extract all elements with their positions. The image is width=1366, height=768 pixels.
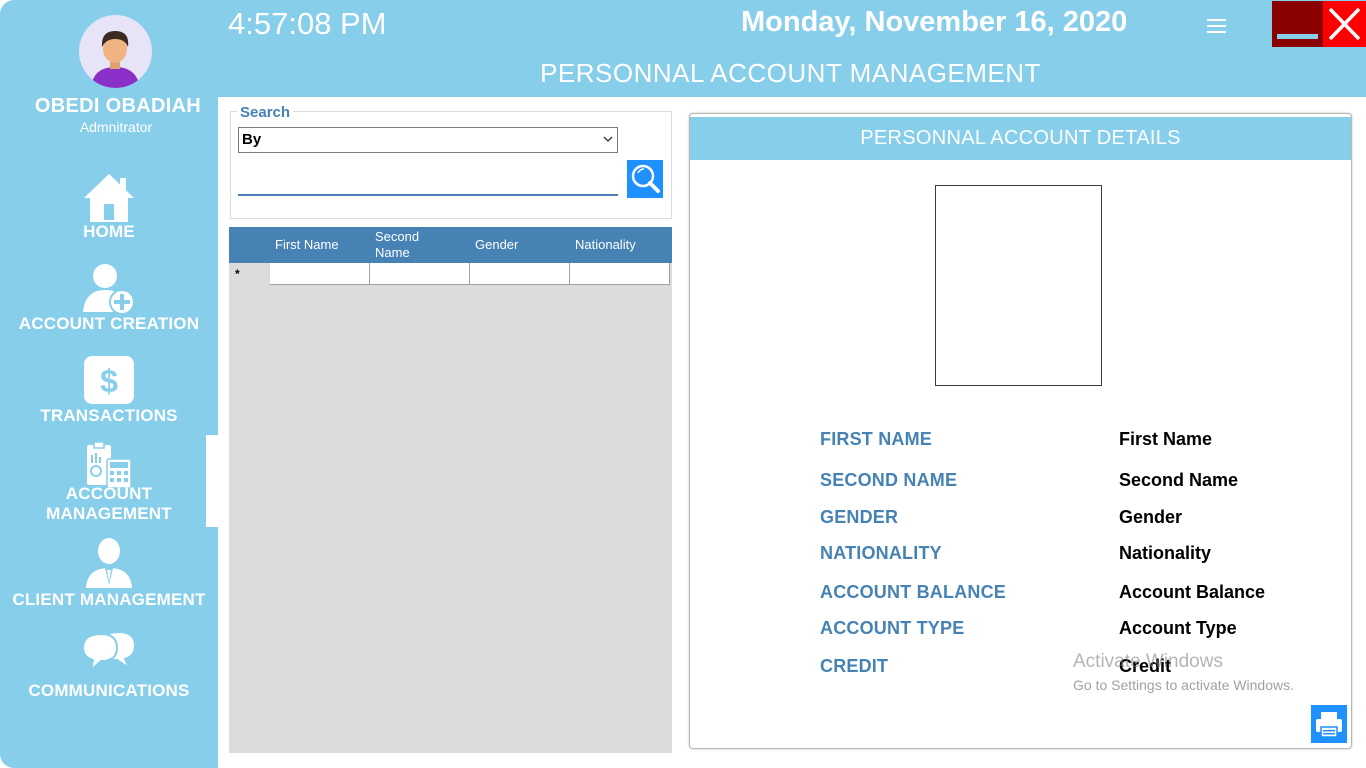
sidebar-item-account-management[interactable]: ACCOUNT MANAGEMENT bbox=[0, 440, 218, 525]
svg-text:$: $ bbox=[100, 363, 118, 399]
sidebar-item-account-management-label-line1: ACCOUNT bbox=[65, 484, 153, 503]
sidebar-item-client-management-label: CLIENT MANAGEMENT bbox=[12, 590, 206, 609]
home-icon bbox=[84, 174, 134, 222]
search-input[interactable] bbox=[238, 170, 618, 196]
print-button[interactable] bbox=[1311, 705, 1347, 743]
cell-first-name[interactable] bbox=[270, 263, 370, 285]
label-account-type: ACCOUNT TYPE bbox=[820, 618, 965, 638]
sidebar-item-account-creation-label: ACCOUNT CREATION bbox=[18, 314, 200, 333]
dollar-icon: $ bbox=[84, 356, 134, 404]
value-gender: Gender bbox=[1119, 507, 1183, 527]
column-header-second-name[interactable]: Second Name bbox=[370, 227, 450, 263]
clock-time: 4:57:08 PM bbox=[228, 6, 387, 41]
chat-icon bbox=[81, 630, 137, 673]
active-nav-indicator bbox=[206, 435, 218, 527]
close-button[interactable] bbox=[1323, 1, 1366, 47]
label-first-name: FIRST NAME bbox=[820, 429, 932, 449]
value-first-name: First Name bbox=[1119, 429, 1213, 449]
search-group: Search By bbox=[230, 104, 672, 219]
activation-watermark-title: Activate Windows bbox=[1073, 651, 1223, 672]
search-legend: Search bbox=[237, 104, 294, 121]
minimize-button[interactable] bbox=[1272, 1, 1323, 47]
label-gender: GENDER bbox=[820, 507, 899, 527]
label-nationality: NATIONALITY bbox=[820, 543, 942, 563]
new-row-marker: * bbox=[229, 263, 270, 285]
cell-second-name[interactable] bbox=[370, 263, 470, 285]
accounts-grid[interactable]: First Name Second Name Gender Nationalit… bbox=[229, 227, 672, 753]
user-avatar bbox=[79, 15, 152, 88]
client-icon bbox=[86, 538, 132, 588]
person-avatar-icon bbox=[91, 31, 140, 88]
chevron-down-icon bbox=[603, 136, 613, 142]
current-date: Monday, November 16, 2020 bbox=[741, 6, 1128, 38]
value-second-name: Second Name bbox=[1119, 470, 1239, 490]
sidebar-item-home[interactable]: HOME bbox=[0, 170, 218, 241]
account-photo bbox=[935, 185, 1102, 386]
label-second-name: SECOND NAME bbox=[820, 470, 958, 490]
sidebar-item-account-management-label-line2: MANAGEMENT bbox=[46, 504, 172, 523]
column-header-nationality[interactable]: Nationality bbox=[570, 227, 670, 263]
sidebar-item-client-management[interactable]: CLIENT MANAGEMENT bbox=[0, 536, 218, 611]
cell-nationality[interactable] bbox=[570, 263, 670, 285]
page-title: PERSONNAL ACCOUNT MANAGEMENT bbox=[540, 58, 1041, 88]
grid-header: First Name Second Name Gender Nationalit… bbox=[229, 227, 672, 263]
value-account-balance: Account Balance bbox=[1119, 582, 1266, 602]
sidebar-item-transactions[interactable]: $ TRANSACTIONS bbox=[0, 354, 218, 426]
minimize-icon bbox=[1277, 34, 1318, 39]
cell-gender[interactable] bbox=[470, 263, 570, 285]
search-by-select[interactable]: By bbox=[238, 127, 618, 153]
sidebar-item-account-creation[interactable]: ACCOUNT CREATION bbox=[0, 260, 218, 335]
add-user-icon bbox=[83, 264, 135, 315]
label-account-balance: ACCOUNT BALANCE bbox=[820, 582, 1006, 602]
user-role: Admnitrator bbox=[79, 119, 153, 135]
menu-button[interactable] bbox=[1206, 16, 1228, 36]
accounting-icon bbox=[87, 441, 132, 489]
details-header: PERSONNAL ACCOUNT DETAILS bbox=[690, 117, 1351, 160]
sidebar-item-communications[interactable]: COMMUNICATIONS bbox=[0, 627, 218, 702]
value-nationality: Nationality bbox=[1119, 543, 1212, 563]
top-bar: 4:57:08 PM Monday, November 16, 2020 PER… bbox=[218, 0, 1366, 97]
label-credit: CREDIT bbox=[820, 656, 889, 676]
search-icon bbox=[631, 164, 660, 193]
sidebar-item-home-label: HOME bbox=[83, 222, 135, 241]
value-account-type: Account Type bbox=[1119, 618, 1237, 638]
column-header-gender[interactable]: Gender bbox=[470, 227, 570, 263]
printer-icon bbox=[1316, 712, 1342, 738]
search-by-value: By bbox=[242, 131, 262, 148]
activation-watermark-subtitle: Go to Settings to activate Windows. bbox=[1073, 677, 1294, 693]
column-header-first-name[interactable]: First Name bbox=[270, 227, 370, 263]
account-details-panel: PERSONNAL ACCOUNT DETAILS FIRST NAME Fir… bbox=[689, 113, 1352, 749]
sidebar-item-communications-label: COMMUNICATIONS bbox=[28, 681, 190, 700]
user-name: OBEDI OBADIAH bbox=[34, 95, 202, 117]
search-button[interactable] bbox=[627, 160, 663, 198]
hamburger-menu-icon bbox=[1207, 19, 1226, 33]
table-row[interactable]: * bbox=[229, 263, 670, 285]
close-icon bbox=[1328, 7, 1361, 41]
sidebar-item-account-management-label: ACCOUNT MANAGEMENT bbox=[0, 484, 218, 524]
sidebar: OBEDI OBADIAH Admnitrator HOME ACCOUNT C… bbox=[0, 0, 218, 768]
sidebar-item-transactions-label: TRANSACTIONS bbox=[40, 406, 178, 425]
